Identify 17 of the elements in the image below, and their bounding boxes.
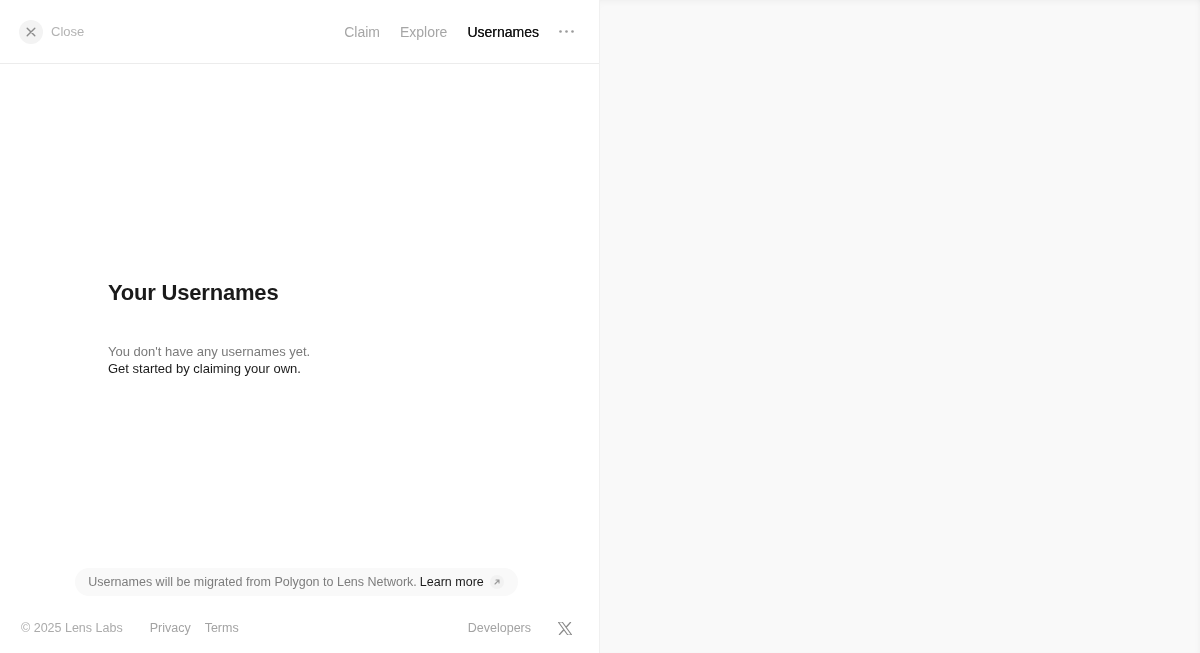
- notice-text: Usernames will be migrated from Polygon to Lens Network.: [88, 575, 417, 589]
- footer-link[interactable]: Terms: [204, 621, 239, 635]
- nav-tab[interactable]: Usernames: [467, 23, 539, 40]
- more-icon[interactable]: [559, 30, 574, 33]
- close-button[interactable]: Close: [19, 19, 85, 44]
- x-logo-icon[interactable]: [558, 621, 572, 635]
- footer-link[interactable]: Privacy: [149, 621, 191, 635]
- learn-more-link[interactable]: Learn more: [419, 575, 504, 589]
- copyright-text: © 2025 Lens Labs: [21, 621, 123, 635]
- nav-tab[interactable]: Claim: [344, 23, 380, 40]
- nav-tab[interactable]: Explore: [399, 23, 448, 40]
- close-icon: [19, 19, 43, 44]
- empty-state-text: You don't have any usernames yet.: [108, 343, 311, 360]
- arrow-up-right-icon: [489, 575, 504, 589]
- empty-state-text: Get started by claiming your own.: [108, 360, 301, 377]
- page-title: Your Usernames: [108, 279, 279, 307]
- footer-link[interactable]: Developers: [467, 621, 531, 635]
